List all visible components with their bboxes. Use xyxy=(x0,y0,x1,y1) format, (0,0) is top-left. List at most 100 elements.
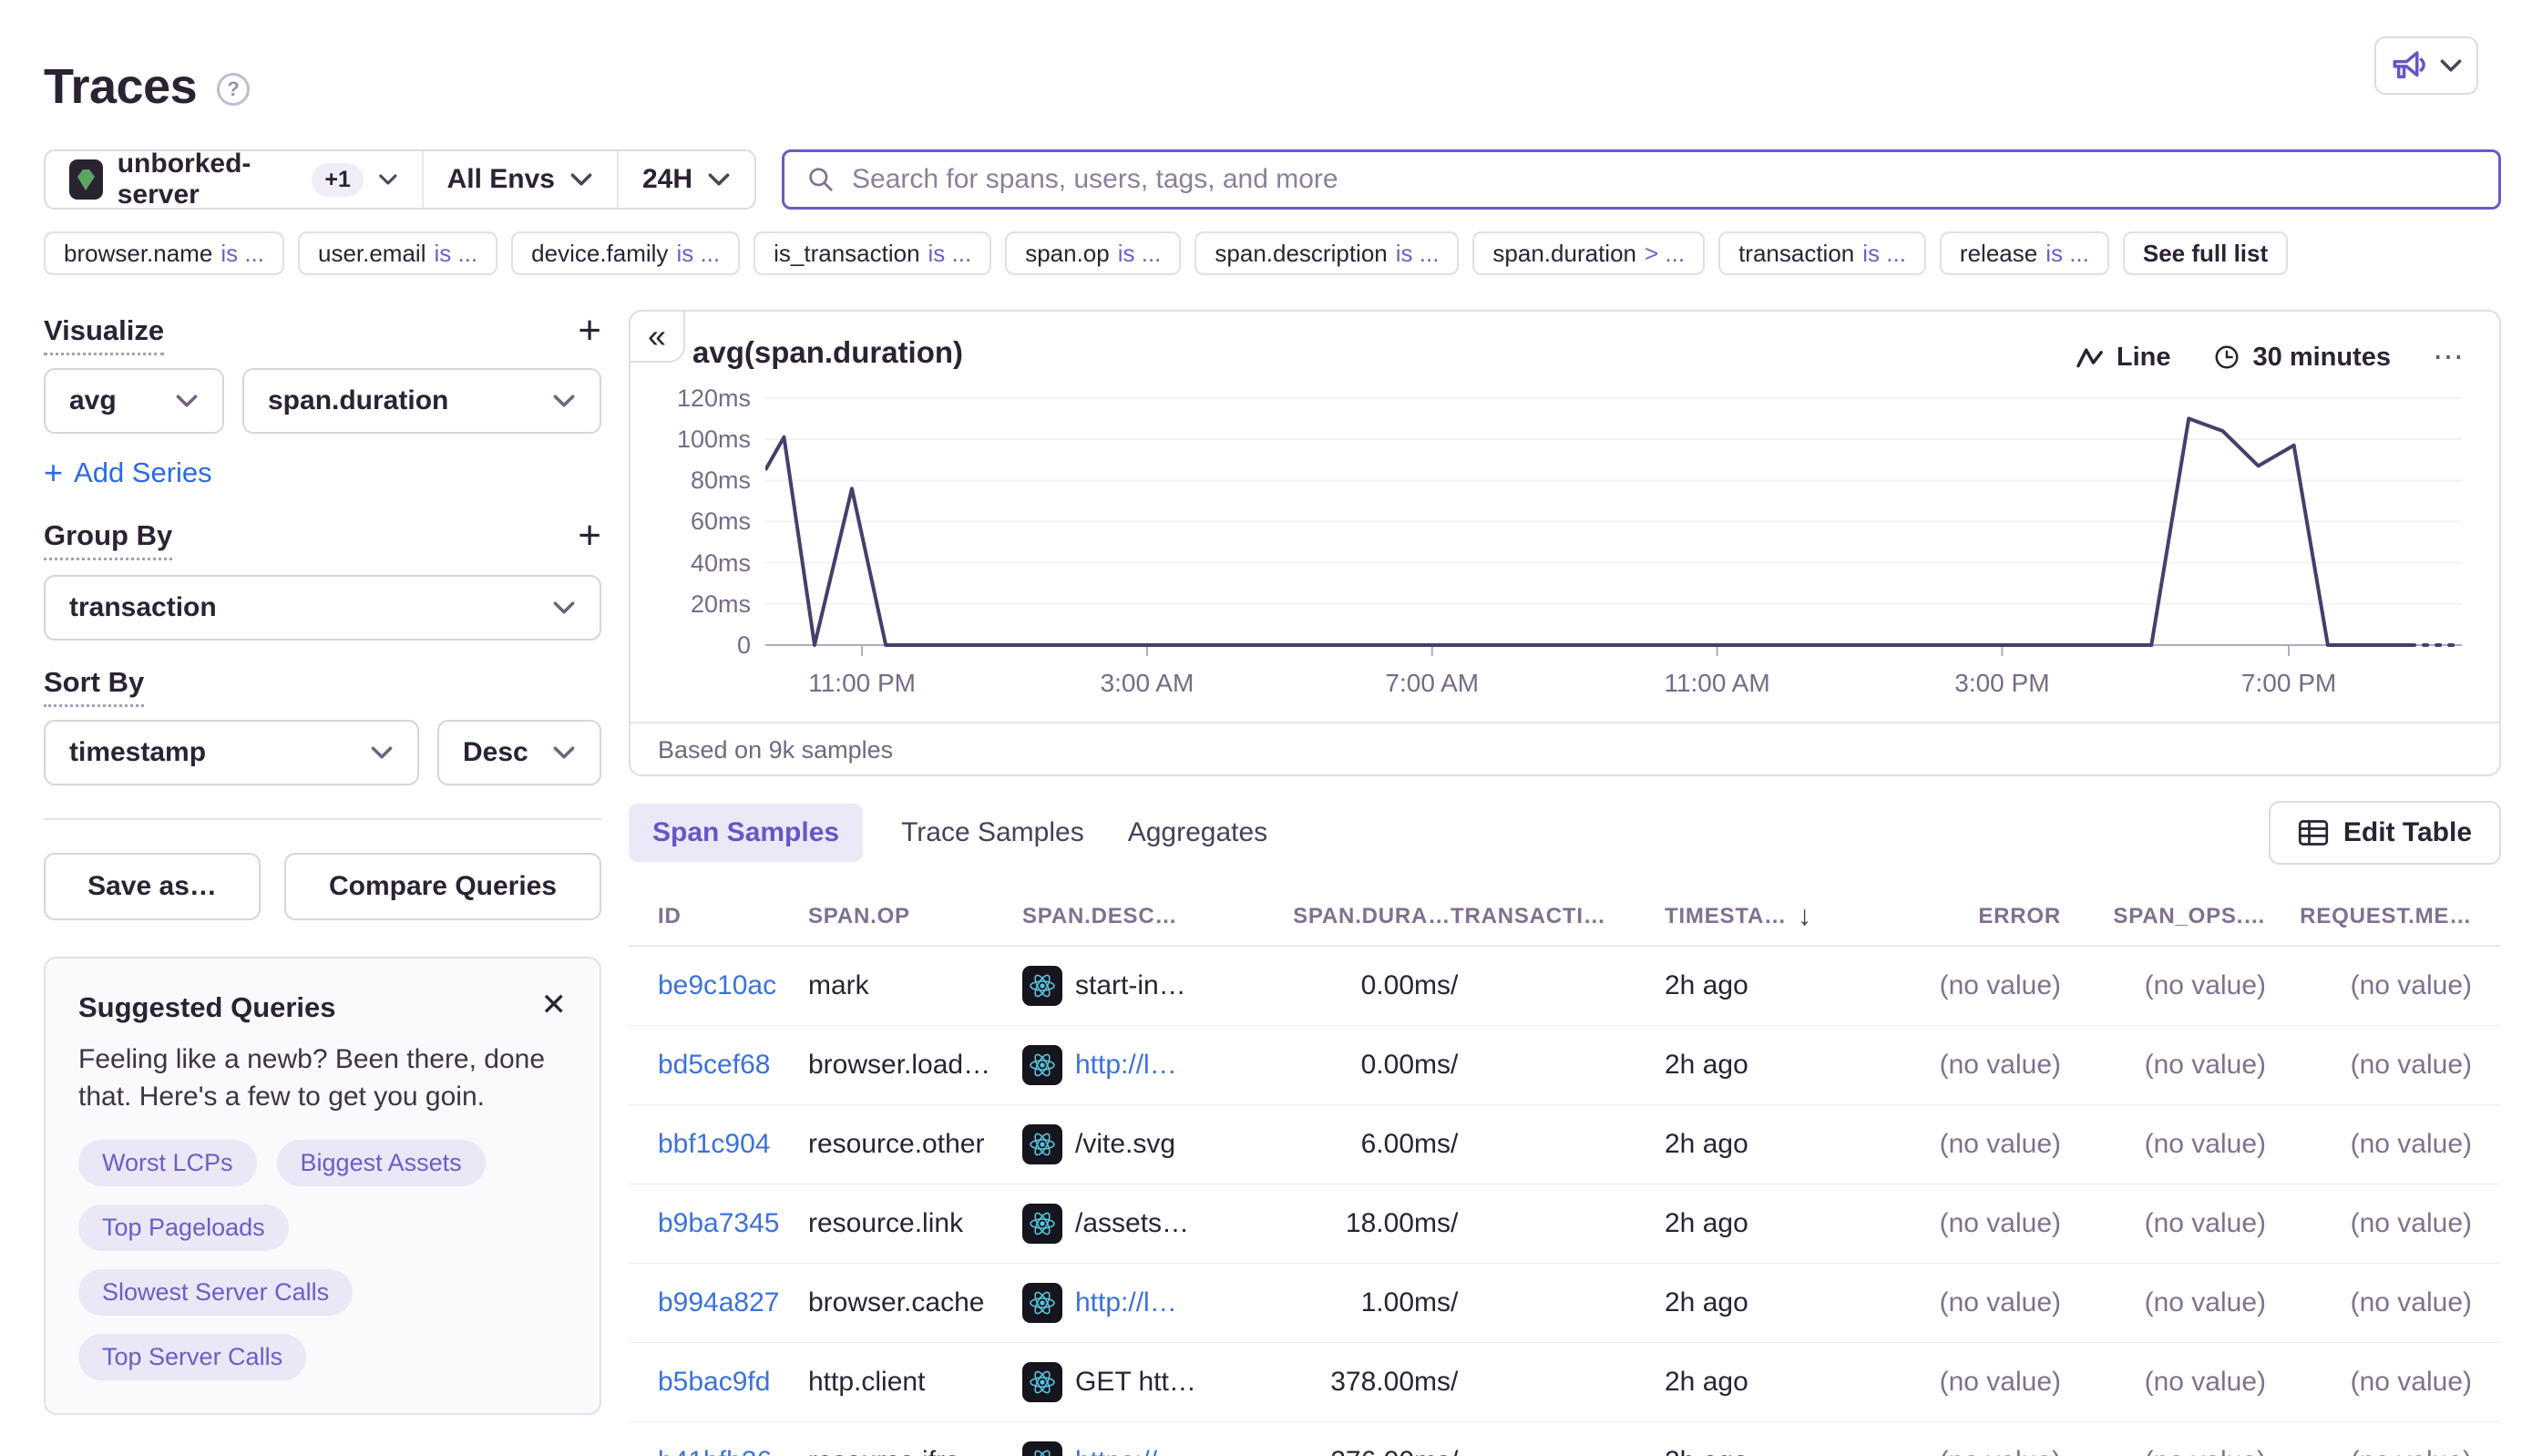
span-description[interactable]: http://l… xyxy=(1075,1050,1177,1081)
filter-chip[interactable]: span.descriptionis ... xyxy=(1194,231,1459,275)
filter-chip[interactable]: transactionis ... xyxy=(1718,231,1926,275)
column-header-transaction[interactable]: TRANSACTI… xyxy=(1451,904,1665,929)
x-tick-label: 3:00 AM xyxy=(1074,669,1220,698)
edit-table-button[interactable]: Edit Table xyxy=(2269,801,2501,865)
aggregate-select[interactable]: avg xyxy=(44,368,224,434)
span-id-link[interactable]: b9ba7345 xyxy=(658,1208,779,1238)
filter-chip[interactable]: is_transactionis ... xyxy=(754,231,991,275)
table-row: b5bac9fdhttp.clientGET htt…378.00ms/2h a… xyxy=(629,1343,2501,1422)
suggested-query-pill[interactable]: Biggest Assets xyxy=(277,1140,486,1186)
add-series-button[interactable]: + Add Series xyxy=(44,454,212,492)
compare-queries-button[interactable]: Compare Queries xyxy=(284,853,601,920)
filter-chip[interactable]: releaseis ... xyxy=(1940,231,2109,275)
chart-plot-area[interactable] xyxy=(765,389,2462,662)
react-icon xyxy=(1022,1045,1062,1085)
see-full-list-button[interactable]: See full list xyxy=(2123,231,2288,275)
filter-chip[interactable]: device.familyis ... xyxy=(511,231,740,275)
suggested-query-pill[interactable]: Slowest Server Calls xyxy=(78,1269,353,1316)
column-header-id[interactable]: ID xyxy=(658,904,808,929)
column-header-duration[interactable]: SPAN.DURA… xyxy=(1236,904,1451,929)
tab-trace-samples[interactable]: Trace Samples xyxy=(896,804,1090,862)
filter-chips-row: browser.nameis ... user.emailis ... device… xyxy=(44,231,2501,275)
span-id-link[interactable]: b5bac9fd xyxy=(658,1367,770,1397)
request_method-value: (no value) xyxy=(2266,1367,2472,1398)
transaction-value: / xyxy=(1451,1208,1665,1239)
chevron-down-icon xyxy=(707,172,731,187)
request_method-value: (no value) xyxy=(2266,970,2472,1001)
span-id-link[interactable]: bd5cef68 xyxy=(658,1050,770,1080)
whats-new-button[interactable] xyxy=(2374,36,2478,95)
duration-value: 1.00ms xyxy=(1236,1287,1451,1318)
span_ops-value: (no value) xyxy=(2061,1050,2266,1081)
column-header-desc[interactable]: SPAN.DESC… xyxy=(1022,904,1236,929)
timestamp-value[interactable]: 2h ago xyxy=(1665,1050,1748,1081)
project-name: unborked-server xyxy=(118,149,298,210)
chart-type-toggle[interactable]: Line xyxy=(2076,343,2171,373)
react-icon xyxy=(1022,1441,1062,1456)
column-header-timestamp[interactable]: TIMESTA…↓ xyxy=(1665,901,1879,932)
filter-chip[interactable]: user.emailis ... xyxy=(298,231,497,275)
duration-value: 6.00ms xyxy=(1236,1129,1451,1160)
close-icon[interactable]: ✕ xyxy=(541,991,568,1019)
tab-span-samples[interactable]: Span Samples xyxy=(629,804,863,862)
save-as-button[interactable]: Save as… xyxy=(44,853,261,920)
react-icon xyxy=(1022,966,1062,1006)
suggested-query-pill[interactable]: Top Pageloads xyxy=(78,1205,289,1251)
filter-chip[interactable]: span.opis ... xyxy=(1005,231,1181,275)
chart-more-menu[interactable]: ⋯ xyxy=(2433,339,2466,375)
table-icon xyxy=(2298,818,2329,847)
span-id-link[interactable]: bbf1c904 xyxy=(658,1129,770,1159)
suggested-query-pill[interactable]: Worst LCPs xyxy=(78,1140,257,1186)
sort-by-label: Sort By xyxy=(44,666,144,707)
filter-chip[interactable]: browser.nameis ... xyxy=(44,231,284,275)
chart-interval-selector[interactable]: 30 minutes xyxy=(2213,343,2392,373)
add-group-by-button[interactable]: + xyxy=(578,519,601,552)
table-row: be9c10acmarkstart-in…0.00ms/2h ago(no va… xyxy=(629,947,2501,1026)
timestamp-value[interactable]: 2h ago xyxy=(1665,1287,1748,1318)
field-select[interactable]: span.duration xyxy=(242,368,601,434)
column-header-request_method[interactable]: REQUEST.ME… xyxy=(2266,904,2472,929)
sort-direction-select[interactable]: Desc xyxy=(437,720,601,785)
span-id-link[interactable]: b994a827 xyxy=(658,1287,779,1318)
timestamp-value[interactable]: 2h ago xyxy=(1665,1446,1748,1456)
filter-chip[interactable]: span.duration> ... xyxy=(1472,231,1705,275)
transaction-value: / xyxy=(1451,1367,1665,1398)
plus-icon: + xyxy=(44,454,63,492)
project-extra-badge: +1 xyxy=(312,163,364,197)
edit-table-label: Edit Table xyxy=(2343,817,2472,848)
megaphone-icon xyxy=(2390,49,2428,82)
span-id-link[interactable]: be9c10ac xyxy=(658,970,776,1000)
suggested-queries-card: Suggested Queries ✕ Feeling like a newb?… xyxy=(44,957,601,1415)
span-description: /assets… xyxy=(1075,1208,1189,1239)
chevron-down-icon xyxy=(370,745,394,760)
project-selector[interactable]: unborked-server +1 xyxy=(46,151,422,208)
op-value: mark xyxy=(808,970,1022,1001)
chevron-down-icon xyxy=(569,172,593,187)
group-by-select[interactable]: transaction xyxy=(44,575,601,641)
search-input[interactable] xyxy=(852,164,2476,195)
column-header-span_ops[interactable]: SPAN_OPS.… xyxy=(2061,904,2266,929)
add-visualize-button[interactable]: + xyxy=(578,314,601,347)
timestamp-value[interactable]: 2h ago xyxy=(1665,1129,1748,1160)
span-description[interactable]: http://l… xyxy=(1075,1287,1177,1318)
environment-selector[interactable]: All Envs xyxy=(422,151,617,208)
sort-field-select[interactable]: timestamp xyxy=(44,720,419,785)
timestamp-value[interactable]: 2h ago xyxy=(1665,1208,1748,1239)
chart-panel: « avg(span.duration) Line 30 minutes ⋯ 0… xyxy=(629,310,2501,776)
suggested-query-pill[interactable]: Top Server Calls xyxy=(78,1334,306,1380)
collapse-sidebar-button[interactable]: « xyxy=(629,310,685,363)
chevron-down-icon xyxy=(552,745,576,760)
chart-type-label: Line xyxy=(2117,343,2171,373)
tab-aggregates[interactable]: Aggregates xyxy=(1123,804,1273,862)
span-description[interactable]: https://… xyxy=(1075,1446,1184,1456)
column-header-op[interactable]: SPAN.OP xyxy=(808,904,1022,929)
span-id-link[interactable]: b41bfb26 xyxy=(658,1446,772,1456)
error-value: (no value) xyxy=(1879,1367,2061,1398)
time-range-selector[interactable]: 24H xyxy=(617,151,754,208)
y-tick-label: 60ms xyxy=(630,508,751,536)
timestamp-value[interactable]: 2h ago xyxy=(1665,970,1748,1001)
group-by-value: transaction xyxy=(69,592,217,623)
column-header-error[interactable]: ERROR xyxy=(1879,904,2061,929)
help-icon[interactable]: ? xyxy=(217,73,250,106)
timestamp-value[interactable]: 2h ago xyxy=(1665,1367,1748,1398)
